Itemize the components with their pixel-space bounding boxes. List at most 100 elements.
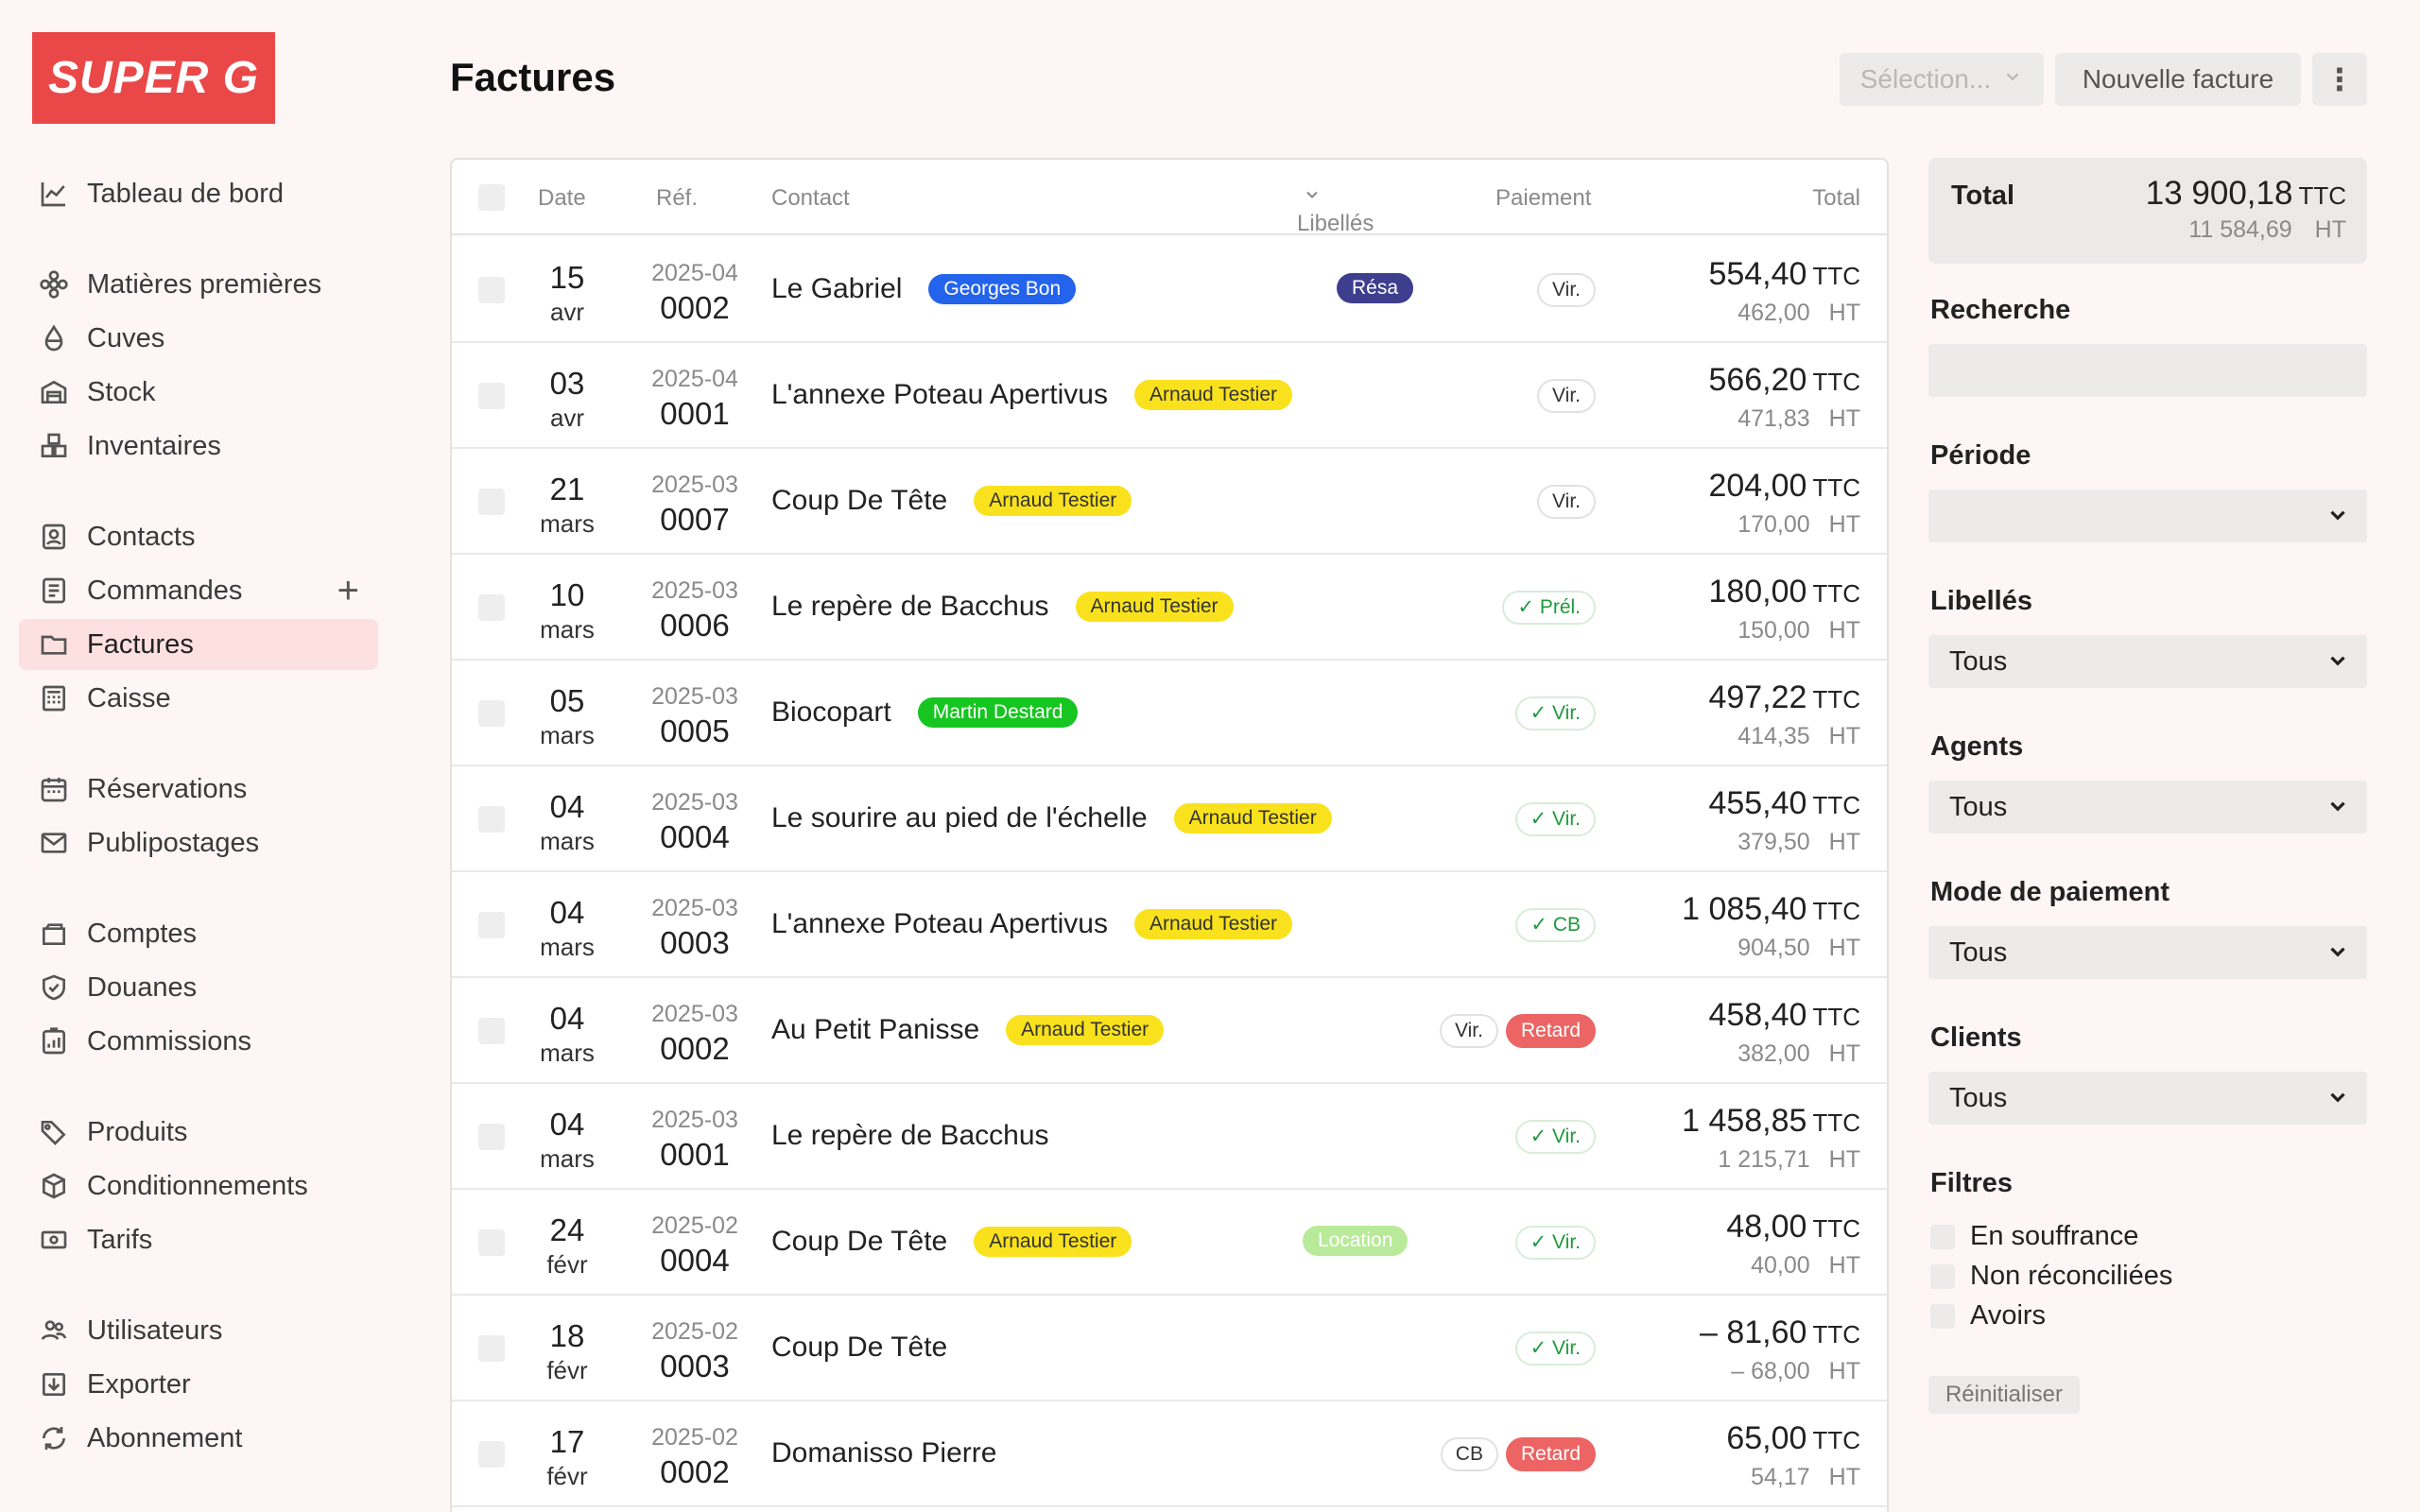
selection-dropdown[interactable]: Sélection...	[1840, 53, 2044, 106]
column-labels[interactable]: Libellés	[1297, 185, 1374, 236]
table-row[interactable]: 24 févr 2025-02 0004 Coup De Tête Arnaud Test…	[452, 1190, 1887, 1296]
contact-name[interactable]: Coup De Tête	[771, 1226, 947, 1258]
row-checkbox[interactable]	[478, 277, 505, 303]
agent-badge: Arnaud Testier	[1075, 592, 1234, 622]
contact-name[interactable]: Le repère de Bacchus	[771, 591, 1049, 623]
table-row[interactable]: 04 mars 2025-03 0004 Le sourire au pied de l…	[452, 766, 1887, 872]
sidebar-item-abonnement[interactable]: Abonnement	[19, 1413, 378, 1464]
checkbox[interactable]	[1930, 1303, 1955, 1329]
sidebar-item-publipostages[interactable]: Publipostages	[19, 817, 378, 868]
total-ttc: 1 085,40 TTC	[1682, 891, 1860, 928]
invoice-month: mars	[540, 827, 595, 855]
row-checkbox[interactable]	[478, 806, 505, 833]
column-contact[interactable]: Contact	[771, 185, 850, 212]
column-payment[interactable]: Paiement	[1495, 185, 1591, 212]
contact-name[interactable]: L'annexe Poteau Apertivus	[771, 908, 1108, 940]
row-checkbox[interactable]	[478, 1441, 505, 1468]
filter-label: Avoirs	[1970, 1300, 2047, 1331]
contact-name[interactable]: L'annexe Poteau Apertivus	[771, 379, 1108, 411]
total-ht: – 68,00 HT	[1731, 1358, 1860, 1385]
payment-cell: Vir. Retard	[1440, 1014, 1596, 1048]
labels-select[interactable]: Tous	[1928, 635, 2367, 688]
clients-select[interactable]: Tous	[1928, 1072, 2367, 1125]
agent-badge: Arnaud Testier	[974, 486, 1132, 516]
new-invoice-button[interactable]: Nouvelle facture	[2055, 53, 2301, 106]
filter-non-reconciliees[interactable]: Non réconciliées	[1930, 1261, 2172, 1292]
row-checkbox[interactable]	[478, 700, 505, 727]
search-input[interactable]	[1928, 344, 2367, 397]
ttc-value: 204,00	[1708, 468, 1807, 504]
sidebar-item-factures[interactable]: Factures	[19, 619, 378, 670]
row-checkbox[interactable]	[478, 383, 505, 409]
table-row[interactable]: 10 mars 2025-03 0006 Le repère de Bacchus Arn…	[452, 555, 1887, 661]
sidebar-item-contacts[interactable]: Contacts	[19, 511, 378, 562]
sidebar-item-caisse[interactable]: Caisse	[19, 673, 378, 724]
contact-name[interactable]: Le sourire au pied de l'échelle	[771, 802, 1148, 834]
table-row[interactable]: 18 févr 2025-02 0003 Coup De Tête ✓ Vir. – 81,…	[452, 1296, 1887, 1401]
table-row[interactable]: 05 mars 2025-03 0005 Biocopart Martin Destard…	[452, 661, 1887, 766]
row-checkbox[interactable]	[478, 1335, 505, 1362]
droplet-icon	[38, 322, 70, 354]
ref-number: 0006	[660, 608, 730, 643]
sidebar-item-cuves[interactable]: Cuves	[19, 313, 378, 364]
column-date[interactable]: Date	[538, 185, 586, 212]
row-checkbox[interactable]	[478, 1018, 505, 1044]
sidebar-item-inventaires[interactable]: Inventaires	[19, 421, 378, 472]
column-ref[interactable]: Réf.	[656, 185, 698, 212]
table-row[interactable]: 04 mars 2025-03 0001 Le repère de Bacchus ✓ V…	[452, 1084, 1887, 1190]
sidebar-item-douanes[interactable]: Douanes	[19, 962, 378, 1013]
agents-select[interactable]: Tous	[1928, 781, 2367, 833]
payment-badge: ✓ Vir.	[1514, 1120, 1596, 1154]
sidebar-item-utilisateurs[interactable]: Utilisateurs	[19, 1305, 378, 1356]
contact-cell: Le repère de Bacchus	[771, 1120, 1049, 1152]
ht-unit: HT	[1828, 1358, 1860, 1384]
select-all-checkbox[interactable]	[478, 184, 505, 211]
sidebar-item-tarifs[interactable]: Tarifs	[19, 1214, 378, 1265]
table-row[interactable]: 17 févr 2025-02 0002 Domanisso Pierre CB Retar…	[452, 1401, 1887, 1507]
sidebar-item-matieres-premieres[interactable]: Matières premières	[19, 259, 378, 310]
payment-mode-select[interactable]: Tous	[1928, 926, 2367, 979]
sidebar-item-stock[interactable]: Stock	[19, 367, 378, 418]
sidebar-item-commissions[interactable]: Commissions	[19, 1016, 378, 1067]
contact-name[interactable]: Le Gabriel	[771, 273, 902, 305]
contact-name[interactable]: Biocopart	[771, 696, 891, 729]
sidebar-item-reservations[interactable]: Réservations	[19, 764, 378, 815]
table-row[interactable]: 04 mars 2025-03 0002 Au Petit Panisse Arnaud …	[452, 978, 1887, 1084]
brand-logo[interactable]: SUPER G	[32, 32, 275, 124]
add-order-button[interactable]: +	[337, 570, 359, 612]
sidebar-item-exporter[interactable]: Exporter	[19, 1359, 378, 1410]
contact-name[interactable]: Coup De Tête	[771, 1332, 947, 1364]
sidebar-item-comptes[interactable]: Comptes	[19, 908, 378, 959]
checkbox[interactable]	[1930, 1224, 1955, 1249]
period-label: Période	[1930, 440, 2031, 471]
ht-unit: HT	[1828, 405, 1860, 432]
sidebar-item-tableau-de-bord[interactable]: Tableau de bord	[19, 168, 378, 219]
more-options-button[interactable]: ⋮	[2312, 53, 2367, 106]
reset-button[interactable]: Réinitialiser	[1928, 1376, 2080, 1414]
sidebar-item-commandes[interactable]: Commandes +	[19, 565, 378, 616]
filter-avoirs[interactable]: Avoirs	[1930, 1300, 2046, 1332]
row-checkbox[interactable]	[478, 1229, 505, 1256]
contact-name[interactable]: Domanisso Pierre	[771, 1437, 996, 1469]
payment-badge: ✓ CB	[1515, 908, 1596, 942]
row-checkbox[interactable]	[478, 1124, 505, 1150]
table-row[interactable]: 04 mars 2025-03 0003 L'annexe Poteau Apertiv…	[452, 872, 1887, 978]
contact-name[interactable]: Au Petit Panisse	[771, 1014, 979, 1046]
table-row[interactable]: 03 avr 2025-04 0001 L'annexe Poteau Apertivu…	[452, 343, 1887, 449]
row-checkbox[interactable]	[478, 594, 505, 621]
filter-en-souffrance[interactable]: En souffrance	[1930, 1221, 2138, 1252]
ttc-value: 1 085,40	[1682, 891, 1807, 927]
payment-cell: ✓ CB	[1515, 908, 1596, 942]
ttc-unit: TTC	[1812, 262, 1860, 290]
contact-name[interactable]: Coup De Tête	[771, 485, 947, 517]
checkbox[interactable]	[1930, 1263, 1955, 1289]
table-row[interactable]: 15 avr 2025-04 0002 Le Gabriel Georges Bon Rés…	[452, 237, 1887, 343]
row-checkbox[interactable]	[478, 489, 505, 515]
period-select[interactable]	[1928, 490, 2367, 542]
contact-name[interactable]: Le repère de Bacchus	[771, 1120, 1049, 1152]
row-checkbox[interactable]	[478, 912, 505, 938]
sidebar-item-produits[interactable]: Produits	[19, 1107, 378, 1158]
sidebar-item-conditionnements[interactable]: Conditionnements	[19, 1160, 378, 1211]
column-total[interactable]: Total	[1812, 185, 1860, 212]
table-row[interactable]: 21 mars 2025-03 0007 Coup De Tête Arnaud Test…	[452, 449, 1887, 555]
